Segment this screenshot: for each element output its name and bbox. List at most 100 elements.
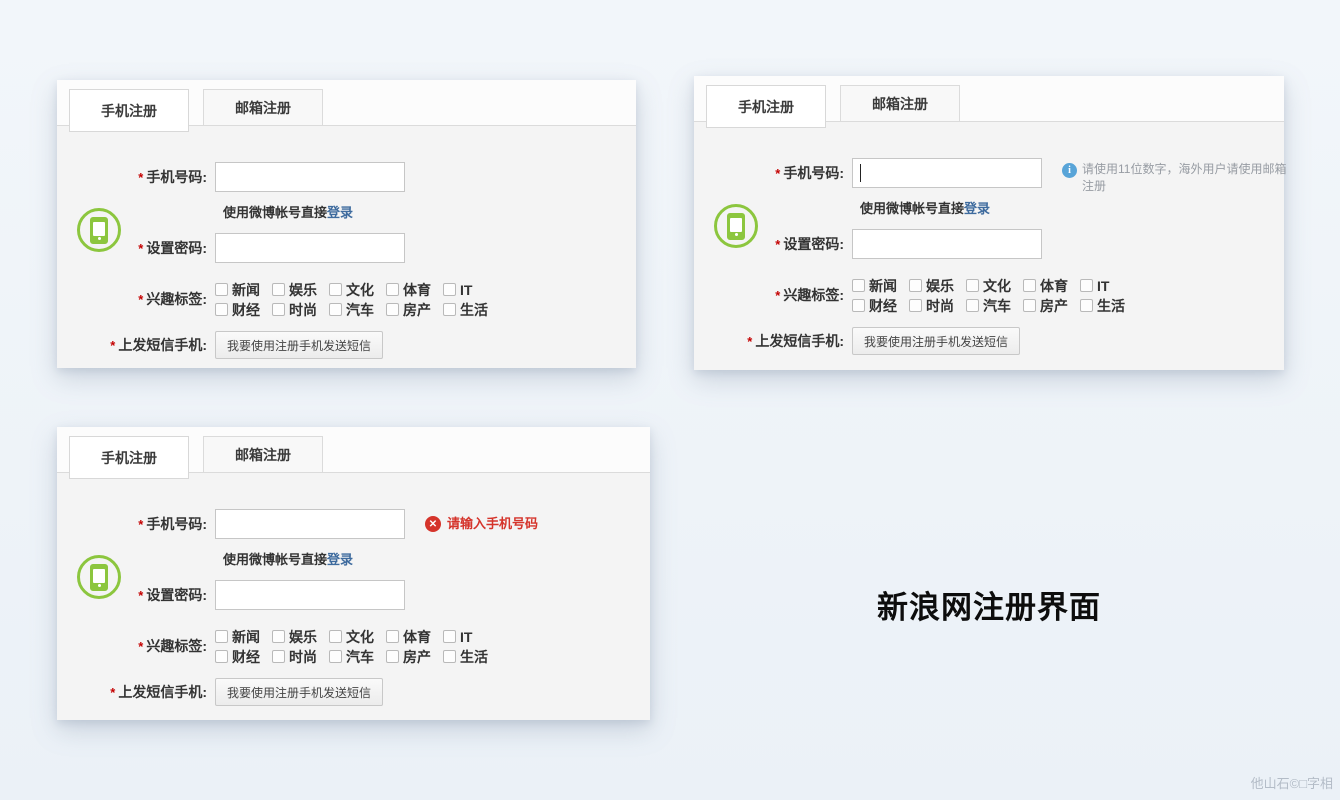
checkbox-icon[interactable]	[215, 283, 228, 296]
interest-checkbox-item[interactable]: 娱乐	[272, 627, 329, 647]
checkbox-icon[interactable]	[1023, 299, 1036, 312]
sms-send-button[interactable]: 我要使用注册手机发送短信	[215, 331, 384, 359]
checkbox-icon[interactable]	[272, 303, 285, 316]
password-row: * 设置密码:	[57, 233, 636, 264]
password-label-text: 设置密码:	[783, 236, 844, 252]
phone-number-input[interactable]	[215, 162, 405, 192]
phone-number-label: * 手机号码:	[694, 158, 852, 189]
required-asterisk: *	[138, 241, 144, 256]
checkbox-icon[interactable]	[443, 283, 456, 296]
interest-checkbox-item[interactable]: 房产	[386, 300, 443, 320]
interest-checkbox-item[interactable]: 汽车	[329, 300, 386, 320]
interest-checkbox-item[interactable]: 汽车	[966, 296, 1023, 316]
tab-phone-register[interactable]: 手机注册	[69, 89, 189, 132]
checkbox-label: 财经	[869, 297, 897, 314]
weibo-login-line: 使用微博帐号直接登录	[223, 549, 650, 568]
checkbox-icon[interactable]	[852, 279, 865, 292]
tag-row: 新闻 娱乐 文化 体育 IT	[215, 281, 500, 298]
interest-checkbox-item[interactable]: 新闻	[852, 276, 909, 296]
checkbox-icon[interactable]	[1080, 299, 1093, 312]
tab-bar: 手机注册 邮箱注册	[694, 76, 1284, 128]
interest-checkbox-item[interactable]: 娱乐	[272, 280, 329, 300]
interest-checkbox-item[interactable]: IT	[443, 629, 500, 645]
checkbox-icon[interactable]	[329, 283, 342, 296]
checkbox-icon[interactable]	[272, 650, 285, 663]
checkbox-icon[interactable]	[329, 630, 342, 643]
checkbox-label: 娱乐	[289, 628, 317, 645]
checkbox-label: 生活	[460, 648, 488, 665]
interest-checkbox-item[interactable]: 文化	[329, 627, 386, 647]
interest-checkbox-item[interactable]: 房产	[386, 647, 443, 667]
weibo-login-link[interactable]: 登录	[327, 552, 353, 567]
tab-email-register[interactable]: 邮箱注册	[203, 89, 323, 126]
password-input[interactable]	[215, 580, 405, 610]
sms-send-button[interactable]: 我要使用注册手机发送短信	[852, 327, 1021, 355]
interest-checkbox-item[interactable]: IT	[443, 282, 500, 298]
checkbox-label: 娱乐	[289, 281, 317, 298]
checkbox-icon[interactable]	[443, 303, 456, 316]
checkbox-icon[interactable]	[329, 303, 342, 316]
interest-checkbox-item[interactable]: 生活	[443, 647, 500, 667]
checkbox-icon[interactable]	[272, 283, 285, 296]
checkbox-label: 生活	[460, 301, 488, 318]
tab-email-register[interactable]: 邮箱注册	[203, 436, 323, 473]
checkbox-icon[interactable]	[966, 299, 979, 312]
checkbox-icon[interactable]	[272, 630, 285, 643]
checkbox-icon[interactable]	[329, 650, 342, 663]
interest-checkbox-item[interactable]: 时尚	[909, 296, 966, 316]
interest-checkbox-item[interactable]: 体育	[386, 627, 443, 647]
interest-checkbox-item[interactable]: 体育	[1023, 276, 1080, 296]
password-label-text: 设置密码:	[146, 240, 207, 256]
interest-checkbox-item[interactable]: 娱乐	[909, 276, 966, 296]
text-caret	[860, 164, 861, 182]
password-input[interactable]	[215, 233, 405, 263]
weibo-login-link[interactable]: 登录	[964, 201, 990, 216]
sms-phone-label-text: 上发短信手机:	[755, 333, 844, 349]
interest-checkbox-item[interactable]: 汽车	[329, 647, 386, 667]
tab-phone-register[interactable]: 手机注册	[69, 436, 189, 479]
phone-number-row: * 手机号码: i 请使用11位数字，海外用户请使用邮箱注册	[694, 158, 1286, 193]
weibo-login-text: 使用微博帐号直接	[860, 201, 965, 216]
sms-send-button[interactable]: 我要使用注册手机发送短信	[215, 678, 384, 706]
tab-email-register[interactable]: 邮箱注册	[840, 85, 960, 122]
tab-phone-register[interactable]: 手机注册	[706, 85, 826, 128]
checkbox-icon[interactable]	[386, 283, 399, 296]
checkbox-icon[interactable]	[1023, 279, 1036, 292]
interest-checkbox-item[interactable]: 时尚	[272, 647, 329, 667]
interest-checkbox-item[interactable]: 时尚	[272, 300, 329, 320]
checkbox-icon[interactable]	[443, 630, 456, 643]
interest-checkbox-item[interactable]: IT	[1080, 278, 1137, 294]
weibo-login-link[interactable]: 登录	[327, 205, 353, 220]
interest-checkbox-item[interactable]: 生活	[1080, 296, 1137, 316]
phone-number-input-focused[interactable]	[852, 158, 1042, 188]
checkbox-icon[interactable]	[966, 279, 979, 292]
info-icon: i	[1062, 163, 1077, 178]
interest-checkbox-item[interactable]: 生活	[443, 300, 500, 320]
phone-number-input[interactable]	[215, 509, 405, 539]
required-asterisk: *	[138, 588, 144, 603]
checkbox-icon[interactable]	[909, 299, 922, 312]
checkbox-icon[interactable]	[909, 279, 922, 292]
checkbox-icon[interactable]	[386, 630, 399, 643]
interest-checkbox-item[interactable]: 新闻	[215, 280, 272, 300]
checkbox-icon[interactable]	[1080, 279, 1093, 292]
password-input[interactable]	[852, 229, 1042, 259]
registration-card-default: 手机注册 邮箱注册 * 手机号码: 使用微博帐号直接登录 * 设置密码: * 兴趣标签…	[57, 80, 636, 368]
interest-checkbox-item[interactable]: 财经	[852, 296, 909, 316]
checkbox-icon[interactable]	[443, 650, 456, 663]
interest-checkbox-item[interactable]: 财经	[215, 647, 272, 667]
checkbox-icon[interactable]	[215, 303, 228, 316]
checkbox-icon[interactable]	[386, 303, 399, 316]
checkbox-icon[interactable]	[386, 650, 399, 663]
interest-checkbox-item[interactable]: 财经	[215, 300, 272, 320]
checkbox-icon[interactable]	[852, 299, 865, 312]
interest-checkbox-item[interactable]: 文化	[966, 276, 1023, 296]
sms-phone-row: * 上发短信手机: 我要使用注册手机发送短信	[57, 678, 650, 707]
tab-bar: 手机注册 邮箱注册	[57, 80, 636, 132]
checkbox-icon[interactable]	[215, 650, 228, 663]
interest-checkbox-item[interactable]: 文化	[329, 280, 386, 300]
checkbox-icon[interactable]	[215, 630, 228, 643]
interest-checkbox-item[interactable]: 体育	[386, 280, 443, 300]
interest-checkbox-item[interactable]: 新闻	[215, 627, 272, 647]
interest-checkbox-item[interactable]: 房产	[1023, 296, 1080, 316]
